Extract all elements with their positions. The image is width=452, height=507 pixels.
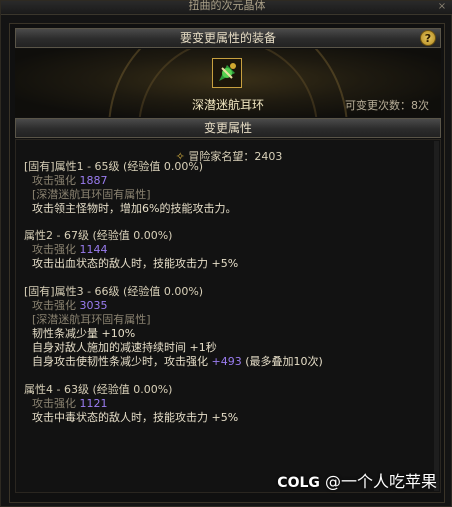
attribute-3-strength-value: 3035 bbox=[79, 299, 108, 312]
attribute-1-strength-value: 1887 bbox=[79, 174, 108, 187]
attribute-1-header: [固有]属性1 - 65级 (经验值 0.00%) bbox=[24, 160, 204, 173]
attribute-3-bonus-value: +493 bbox=[211, 355, 242, 368]
remaining-changes: 可变更次数：8次 bbox=[345, 99, 429, 112]
equipment-header-title: 要变更属性的装备 bbox=[179, 31, 276, 45]
window-title: 扭曲的次元晶体 bbox=[188, 0, 266, 12]
attribute-2-effect-1: 攻击出血状态的敌人时，技能攻击力 +5% bbox=[32, 257, 239, 270]
attribute-1-strength-label: 攻击强化 bbox=[32, 174, 76, 187]
attribute-2-strength: 攻击强化 1144 bbox=[32, 243, 108, 256]
window-titlebar[interactable]: 扭曲的次元晶体 × bbox=[1, 0, 452, 15]
attribute-4-strength-label: 攻击强化 bbox=[32, 397, 76, 410]
close-button[interactable]: × bbox=[435, 1, 449, 13]
help-icon[interactable]: ? bbox=[420, 30, 436, 46]
attribute-3-strength-label: 攻击强化 bbox=[32, 299, 76, 312]
attribute-3-effect-3: 自身攻击使韧性条减少时，攻击强化 +493 (最多叠加10次) bbox=[32, 355, 323, 368]
change-attribute-bar: 变更属性 bbox=[15, 118, 441, 138]
attribute-1-effect-1: 攻击领主怪物时，增加6%的技能攻击力。 bbox=[32, 202, 237, 215]
attribute-list: ✧ 冒险家名望：2403 [固有]属性1 - 65级 (经验值 0.00%) 攻… bbox=[15, 139, 441, 493]
attribute-4-strength: 攻击强化 1121 bbox=[32, 397, 108, 410]
dimension-crystal-window: 扭曲的次元晶体 × 要变更属性的装备 ? 深潜迷航耳环 可变更次数：8次 变更属… bbox=[0, 0, 452, 507]
watermark-text: @一个人吃苹果 bbox=[324, 472, 437, 491]
earring-icon bbox=[213, 59, 241, 87]
change-attribute-title: 变更属性 bbox=[203, 121, 252, 135]
attribute-4-effect-1: 攻击中毒状态的敌人时，技能攻击力 +5% bbox=[32, 411, 239, 424]
attribute-3-origin: [深潜迷航耳环固有属性] bbox=[32, 313, 151, 326]
scrollbar[interactable] bbox=[434, 141, 439, 491]
attribute-3-strength: 攻击强化 3035 bbox=[32, 299, 108, 312]
attribute-3-effect-1: 韧性条减少量 +10% bbox=[32, 327, 136, 340]
watermark: COLG @一个人吃苹果 bbox=[277, 468, 437, 492]
attribute-3-header: [固有]属性3 - 66级 (经验值 0.00%) bbox=[24, 285, 204, 298]
attribute-1-origin: [深潜迷航耳环固有属性] bbox=[32, 188, 151, 201]
equipment-header-bar: 要变更属性的装备 ? bbox=[15, 28, 441, 48]
attribute-4-header: 属性4 - 63级 (经验值 0.00%) bbox=[24, 383, 173, 396]
attribute-2-strength-value: 1144 bbox=[79, 243, 108, 256]
attribute-1-strength: 攻击强化 1887 bbox=[32, 174, 108, 187]
equipment-slot[interactable] bbox=[212, 58, 242, 88]
attribute-2-header: 属性2 - 67级 (经验值 0.00%) bbox=[24, 229, 173, 242]
attribute-4-strength-value: 1121 bbox=[79, 397, 108, 410]
equipment-area: 深潜迷航耳环 可变更次数：8次 bbox=[15, 49, 441, 117]
attribute-3-effect-2: 自身对敌人施加的减速持续时间 +1秒 bbox=[32, 341, 217, 354]
colg-logo: COLG bbox=[277, 475, 320, 491]
attribute-2-strength-label: 攻击强化 bbox=[32, 243, 76, 256]
